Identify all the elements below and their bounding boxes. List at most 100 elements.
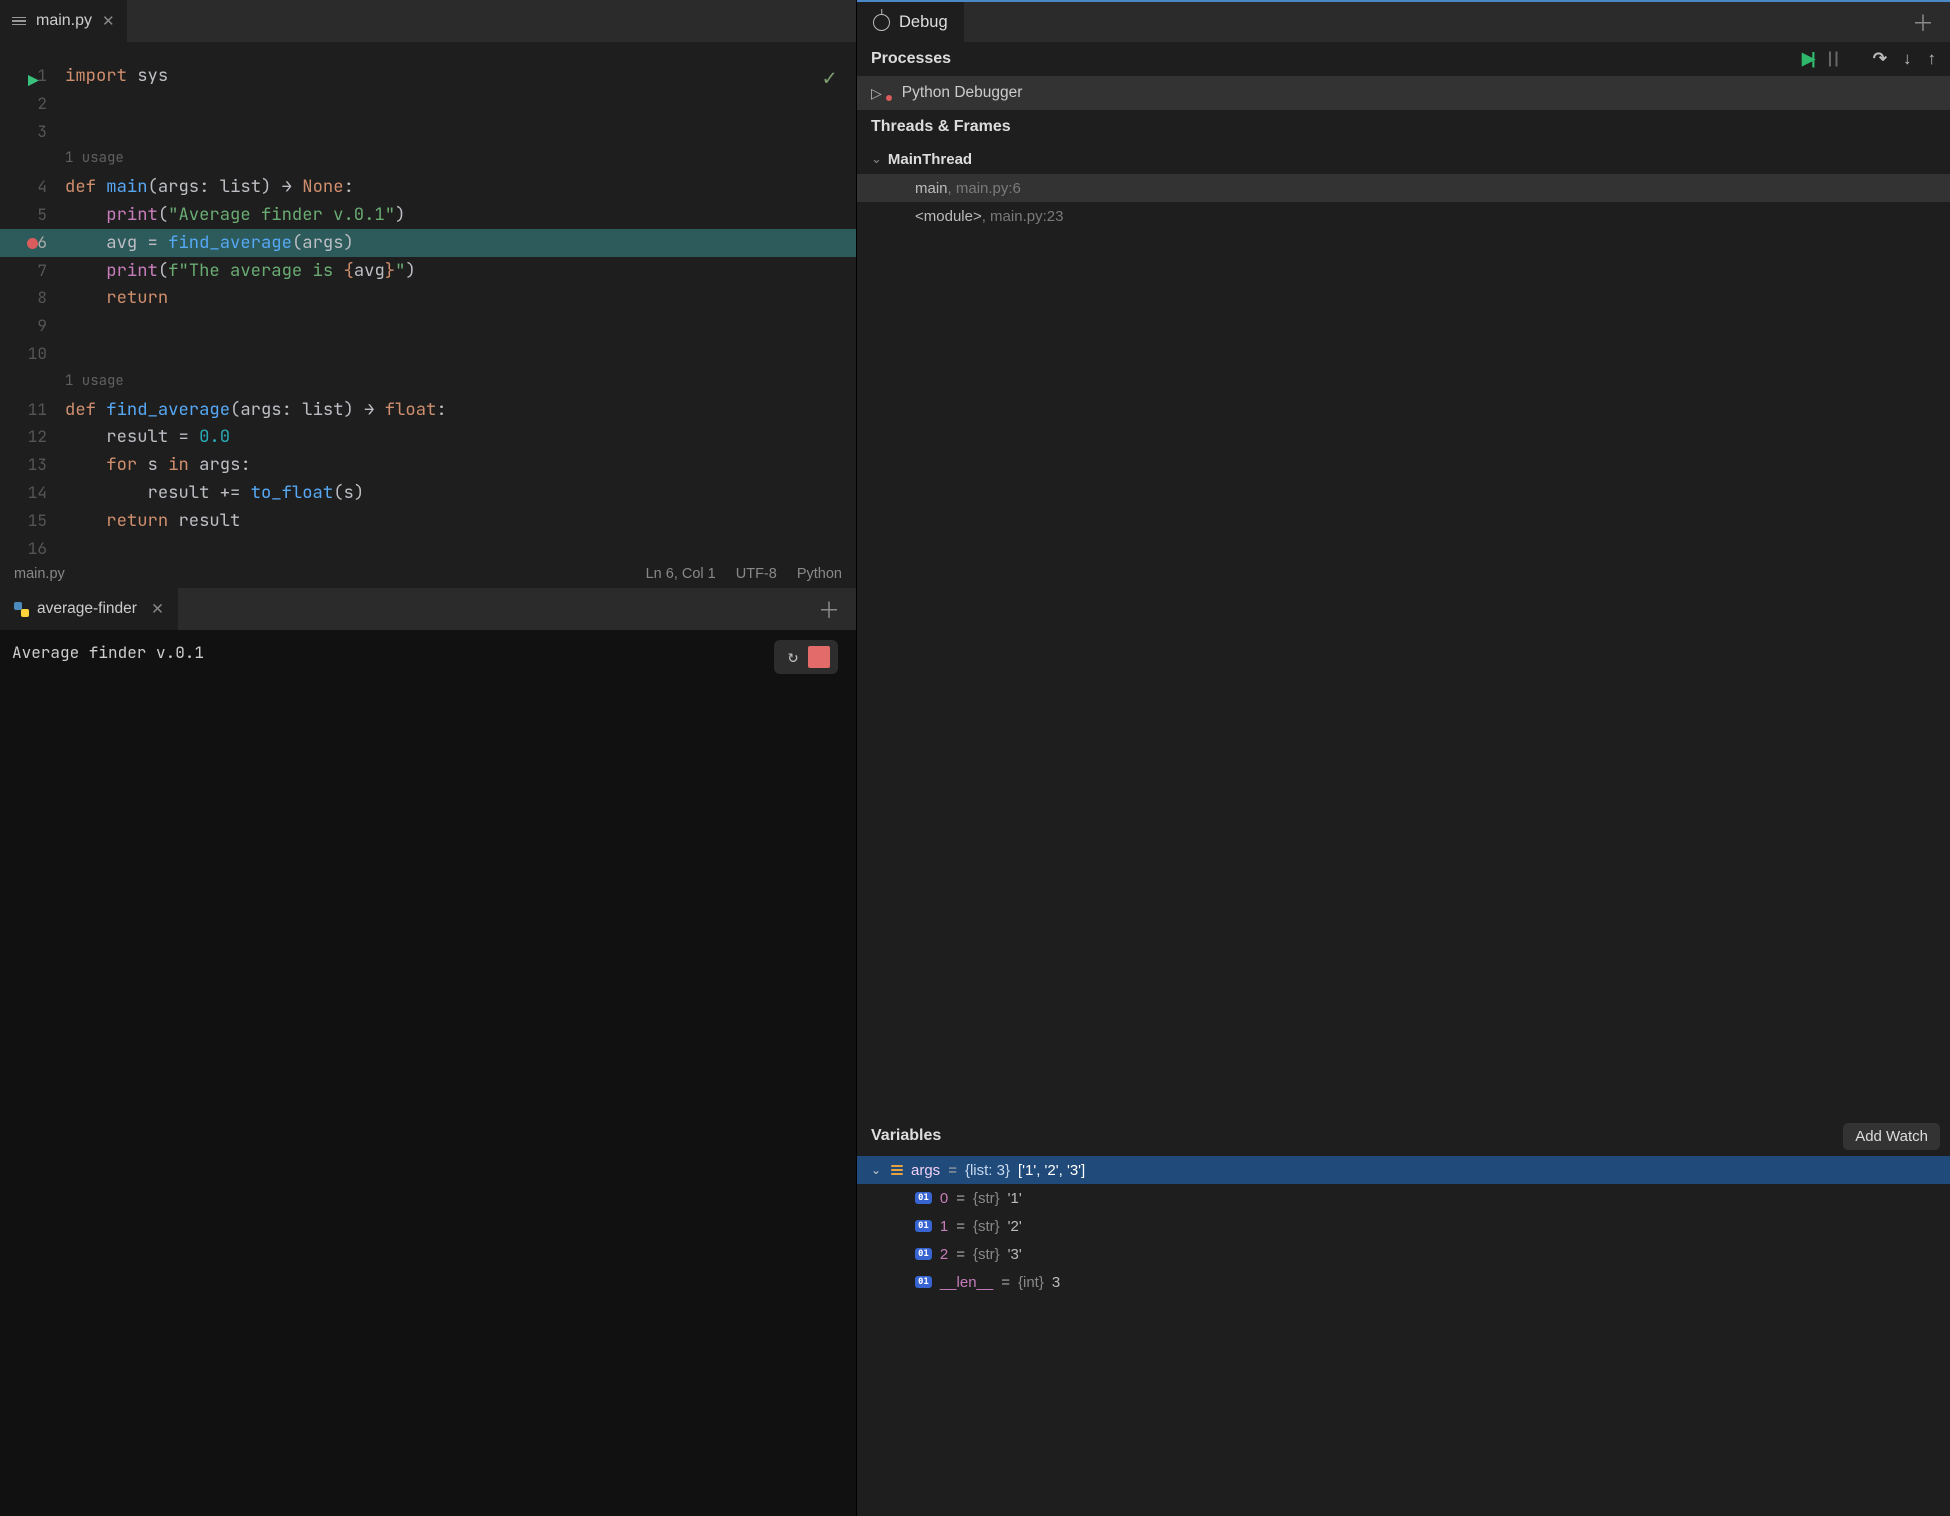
var-name: 2 (940, 1246, 948, 1263)
line-number: 8 (0, 284, 55, 312)
var-name: 1 (940, 1218, 948, 1235)
status-language[interactable]: Python (797, 566, 842, 582)
variables-title: Variables (871, 1127, 941, 1145)
variable-row[interactable]: 01 2 = {str} '3' (857, 1240, 1950, 1268)
editor-section: main.py ✕ ▶ ✓ 1import sys 2 3 1 usage 4d… (0, 0, 856, 588)
breakpoint-icon[interactable] (27, 238, 38, 249)
variable-row[interactable]: 01 1 = {str} '2' (857, 1212, 1950, 1240)
console-line: Average finder v.0.1 (12, 642, 204, 663)
variables-header: Variables Add Watch (857, 1116, 1950, 1156)
rerun-button[interactable]: ↻ (782, 646, 804, 668)
usage-hint: 1 usage (65, 368, 124, 396)
stop-button[interactable] (808, 646, 830, 668)
frame-location: , main.py:23 (982, 208, 1064, 225)
line-number: 4 (0, 173, 55, 201)
var-type: {list: 3} (965, 1162, 1010, 1179)
process-row[interactable]: ▷ Python Debugger (857, 76, 1950, 110)
console-tab-label: average-finder (37, 600, 137, 618)
index-badge-icon: 01 (915, 1276, 932, 1288)
var-type: {int} (1018, 1274, 1044, 1291)
line-number: 15 (0, 507, 55, 535)
variable-row[interactable]: 01 __len__ = {int} 3 (857, 1268, 1950, 1296)
line-number: 12 (0, 423, 55, 451)
current-line: 6 avg = find_average(args) (0, 229, 856, 257)
var-type: {str} (973, 1190, 1000, 1207)
debug-tab-bar: Debug ＋ (857, 0, 1950, 42)
var-value: ['1', '2', '3'] (1018, 1162, 1085, 1179)
var-name: args (911, 1162, 940, 1179)
index-badge-icon: 01 (915, 1220, 932, 1232)
console-controls: ↻ (774, 640, 838, 674)
threads-header: Threads & Frames (857, 110, 1950, 144)
line-number: 3 (0, 118, 55, 146)
play-outline-icon: ▷ (871, 85, 882, 102)
console-tab[interactable]: average-finder ✕ (0, 588, 178, 630)
line-number: 16 (0, 535, 55, 560)
chevron-down-icon: ⌄ (871, 1163, 883, 1177)
var-value: 3 (1052, 1274, 1060, 1291)
var-name: __len__ (940, 1274, 993, 1291)
chevron-down-icon: ⌄ (871, 151, 882, 167)
frame-location: , main.py:6 (948, 180, 1021, 197)
python-icon (14, 602, 29, 617)
debug-pane: Debug ＋ Processes ▶| || ↷ ↓ ↑ ▷ Python D… (856, 0, 1950, 1516)
stack-frame[interactable]: main, main.py:6 (857, 174, 1950, 202)
status-encoding[interactable]: UTF-8 (736, 566, 777, 582)
step-over-button[interactable]: ↷ (1873, 49, 1887, 69)
pause-button[interactable]: || (1828, 50, 1841, 68)
index-badge-icon: 01 (915, 1192, 932, 1204)
stack-frame[interactable]: <module>, main.py:23 (857, 202, 1950, 230)
line-number: 14 (0, 479, 55, 507)
left-pane: main.py ✕ ▶ ✓ 1import sys 2 3 1 usage 4d… (0, 0, 856, 1516)
variable-row-args[interactable]: ⌄ args = {list: 3} ['1', '2', '3'] (857, 1156, 1950, 1184)
bug-icon (873, 14, 890, 31)
code-lines: 1import sys 2 3 1 usage 4def main(args: … (0, 42, 856, 560)
var-type: {str} (973, 1218, 1000, 1235)
variable-row[interactable]: 01 0 = {str} '1' (857, 1184, 1950, 1212)
add-panel-button[interactable]: ＋ (1896, 2, 1950, 42)
status-filename: main.py (14, 566, 65, 582)
line-number: 11 (0, 396, 55, 424)
add-console-button[interactable]: ＋ (802, 588, 856, 630)
file-icon (12, 17, 26, 26)
processes-header: Processes ▶| || ↷ ↓ ↑ (857, 42, 1950, 76)
line-number: 10 (0, 340, 55, 368)
thread-name: MainThread (888, 151, 972, 168)
frame-fn: <module> (915, 208, 982, 225)
threads-block: ⌄ MainThread main, main.py:6 <module>, m… (857, 144, 1950, 230)
status-position[interactable]: Ln 6, Col 1 (646, 566, 716, 582)
editor-tab-bar: main.py ✕ (0, 0, 856, 42)
resume-button[interactable]: ▶| (1802, 49, 1812, 69)
var-value: '2' (1008, 1218, 1022, 1235)
close-icon[interactable]: ✕ (151, 600, 164, 619)
var-value: '3' (1008, 1246, 1022, 1263)
step-into-button[interactable]: ↓ (1903, 49, 1912, 69)
list-icon (891, 1165, 903, 1175)
editor-tab-main[interactable]: main.py ✕ (0, 0, 127, 42)
index-badge-icon: 01 (915, 1248, 932, 1260)
console-output[interactable]: Average finder v.0.1 ↻ (0, 630, 856, 1516)
status-bar: main.py Ln 6, Col 1 UTF-8 Python (0, 560, 856, 588)
step-out-button[interactable]: ↑ (1928, 49, 1937, 69)
variables-tree: ⌄ args = {list: 3} ['1', '2', '3'] 01 0 … (857, 1156, 1950, 1516)
run-icon[interactable]: ▶ (28, 68, 39, 96)
processes-title: Processes (871, 50, 951, 68)
process-name: Python Debugger (902, 84, 1023, 102)
checkmark-icon[interactable]: ✓ (823, 64, 836, 92)
var-value: '1' (1008, 1190, 1022, 1207)
threads-title: Threads & Frames (871, 118, 1011, 136)
debug-tab[interactable]: Debug (857, 2, 964, 42)
code-editor[interactable]: ▶ ✓ 1import sys 2 3 1 usage 4def main(ar… (0, 42, 856, 560)
editor-tab-label: main.py (36, 12, 92, 30)
line-number: 9 (0, 312, 55, 340)
line-number: 13 (0, 451, 55, 479)
debug-tab-label: Debug (899, 13, 948, 32)
frame-fn: main (915, 180, 948, 197)
thread-row[interactable]: ⌄ MainThread (857, 144, 1950, 174)
line-number: 7 (0, 257, 55, 285)
console-tab-bar: average-finder ✕ ＋ (0, 588, 856, 630)
usage-hint: 1 usage (65, 145, 124, 173)
close-icon[interactable]: ✕ (102, 12, 115, 30)
breakpoint-dot-icon (886, 95, 892, 101)
add-watch-button[interactable]: Add Watch (1843, 1123, 1940, 1150)
